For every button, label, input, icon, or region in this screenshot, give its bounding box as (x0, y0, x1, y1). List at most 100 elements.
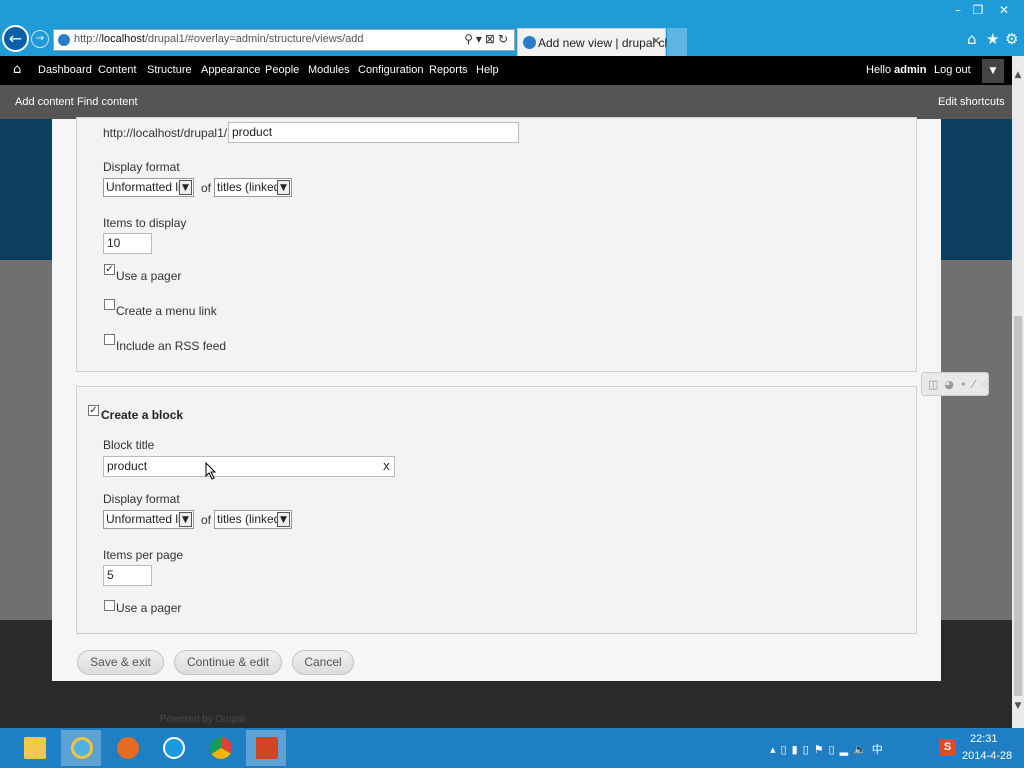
text-cursor-pointer-icon (205, 462, 217, 480)
block-use-pager-label: Use a pager (116, 601, 182, 615)
hello-user: Hello admin (866, 64, 927, 76)
chevron-down-icon: ▼ (277, 180, 290, 195)
powered-by-drupal: Powered by Drupal (160, 714, 246, 725)
shortcut-add-content[interactable]: Add content (15, 96, 74, 108)
drupal-admin-toolbar: ⌂ Dashboard Content Structure Appearance… (0, 56, 1012, 85)
create-menu-link-checkbox[interactable] (104, 299, 115, 310)
edit-shortcuts-link[interactable]: Edit shortcuts (938, 96, 1005, 108)
toolbar-content[interactable]: Content (98, 64, 137, 76)
create-menu-link-label: Create a menu link (116, 304, 217, 318)
save-exit-button[interactable]: Save & exit (77, 650, 164, 675)
block-title-label: Block title (103, 438, 155, 452)
system-tray-icons[interactable]: ▴▯▮▯⚑▯▂🔈中 (770, 741, 888, 757)
toolbar-people[interactable]: People (265, 64, 299, 76)
address-bar[interactable]: http://localhost/drupal1/#overlay=admin/… (53, 29, 515, 51)
page-path-prefix: http://localhost/drupal1/ (103, 126, 228, 140)
taskbar-chrome[interactable] (200, 730, 240, 766)
block-of-label: of (201, 513, 212, 527)
address-tools-icons[interactable]: ⚲▾⊠↻ (464, 32, 511, 46)
chevron-down-icon: ▼ (179, 180, 192, 195)
page-favicon-icon (58, 34, 70, 46)
page-display-format-label: Display format (103, 160, 180, 174)
create-block-checkbox[interactable]: ✓ (88, 405, 99, 416)
chrome-icon (210, 737, 232, 759)
tab-close-icon[interactable]: ✕ (651, 34, 661, 48)
block-of-select[interactable]: titles (linked) ▼ (214, 510, 292, 529)
file-explorer-icon (24, 737, 46, 759)
clock-date[interactable]: 2014-4-28 (962, 750, 1012, 762)
shortcut-find-content[interactable]: Find content (77, 96, 138, 108)
page-use-pager-checkbox[interactable]: ✓ (104, 264, 115, 275)
toolbar-reports[interactable]: Reports (429, 64, 468, 76)
block-display-format-label: Display format (103, 492, 180, 506)
forward-arrow-icon: → (35, 33, 45, 44)
cancel-button[interactable]: Cancel (292, 650, 354, 675)
taskbar-skype[interactable] (153, 730, 193, 766)
back-arrow-icon: ← (8, 29, 23, 48)
clock-time[interactable]: 22:31 (970, 733, 998, 745)
page-items-label: Items to display (103, 216, 187, 230)
new-tab-button[interactable] (667, 28, 687, 56)
clear-input-icon[interactable]: x (383, 459, 390, 473)
block-items-input[interactable]: 5 (103, 565, 152, 586)
page-settings-fieldset: http://localhost/drupal1/ product Displa… (76, 117, 917, 372)
drupal-favicon-icon (523, 36, 536, 49)
home-icon[interactable]: ⌂ (967, 30, 977, 48)
page-of-label: of (201, 181, 212, 195)
toolbar-structure[interactable]: Structure (147, 64, 192, 76)
toolbar-modules[interactable]: Modules (308, 64, 350, 76)
skype-icon (163, 737, 185, 759)
username-link[interactable]: admin (894, 64, 926, 76)
taskbar-internet-explorer[interactable] (61, 730, 101, 766)
tray-s-icon[interactable]: S (939, 739, 956, 756)
taskbar-firefox[interactable] (107, 730, 147, 766)
shortcuts-bar: Add content Find content Edit shortcuts (0, 85, 1012, 119)
window-titlebar: – ❐ ✕ (0, 0, 1024, 22)
block-settings-fieldset: ✓ Create a block Block title product x D… (76, 386, 917, 634)
block-display-format-select[interactable]: Unformatted list ▼ (103, 510, 194, 529)
windows-taskbar: ▴▯▮▯⚑▯▂🔈中 S 22:31 2014-4-28 (0, 728, 1024, 768)
create-block-legend: Create a block (101, 408, 184, 422)
taskbar-file-explorer[interactable] (14, 730, 54, 766)
toolbar-configuration[interactable]: Configuration (358, 64, 423, 76)
scroll-thumb[interactable] (1014, 316, 1022, 696)
favorites-star-icon[interactable]: ★ (986, 30, 999, 48)
forward-button[interactable]: → (31, 30, 49, 48)
taskbar-powerpoint[interactable] (246, 730, 286, 766)
contextual-links-icon[interactable]: ◫◕•⁄⁘ (921, 372, 990, 396)
address-url: http://localhost/drupal1/#overlay=admin/… (74, 33, 364, 45)
page-display-format-select[interactable]: Unformatted list ▼ (103, 178, 194, 197)
close-window-button[interactable]: ✕ (994, 0, 1014, 22)
toolbar-help[interactable]: Help (476, 64, 499, 76)
toolbar-dashboard[interactable]: Dashboard (38, 64, 92, 76)
minimize-button[interactable]: – (950, 0, 966, 22)
block-items-label: Items per page (103, 548, 184, 562)
rss-feed-checkbox[interactable] (104, 334, 115, 345)
scroll-down-icon[interactable]: ▼ (1012, 701, 1024, 711)
views-add-overlay: http://localhost/drupal1/ product Displa… (52, 117, 941, 681)
page-path-input[interactable]: product (228, 122, 519, 143)
chevron-down-icon: ▼ (277, 512, 290, 527)
browser-address-row: ← → http://localhost/drupal1/#overlay=ad… (0, 22, 1024, 56)
toolbar-appearance[interactable]: Appearance (201, 64, 260, 76)
rss-feed-label: Include an RSS feed (116, 339, 227, 353)
page-use-pager-label: Use a pager (116, 269, 182, 283)
logout-link[interactable]: Log out (934, 64, 971, 76)
block-title-input[interactable]: product x (103, 456, 395, 477)
toolbar-home-icon[interactable]: ⌂ (13, 62, 21, 77)
continue-edit-button[interactable]: Continue & edit (174, 650, 282, 675)
chevron-down-icon: ▼ (179, 512, 192, 527)
page-items-input[interactable]: 10 (103, 233, 152, 254)
settings-gear-icon[interactable]: ⚙ (1005, 30, 1018, 48)
back-button[interactable]: ← (2, 25, 29, 52)
toolbar-toggle-icon[interactable]: ▼ (982, 59, 1004, 83)
powerpoint-icon (256, 737, 278, 759)
scroll-up-icon[interactable]: ▲ (1012, 70, 1024, 80)
page-of-select[interactable]: titles (linked) ▼ (214, 178, 292, 197)
page-scrollbar[interactable]: ▲ ▼ (1012, 56, 1024, 728)
restore-button[interactable]: ❐ (970, 0, 986, 22)
block-use-pager-checkbox[interactable] (104, 600, 115, 611)
firefox-icon (117, 737, 139, 759)
tab-add-new-view[interactable]: Add new view | drupal cl... ✕ (517, 28, 677, 56)
internet-explorer-icon (71, 737, 93, 759)
